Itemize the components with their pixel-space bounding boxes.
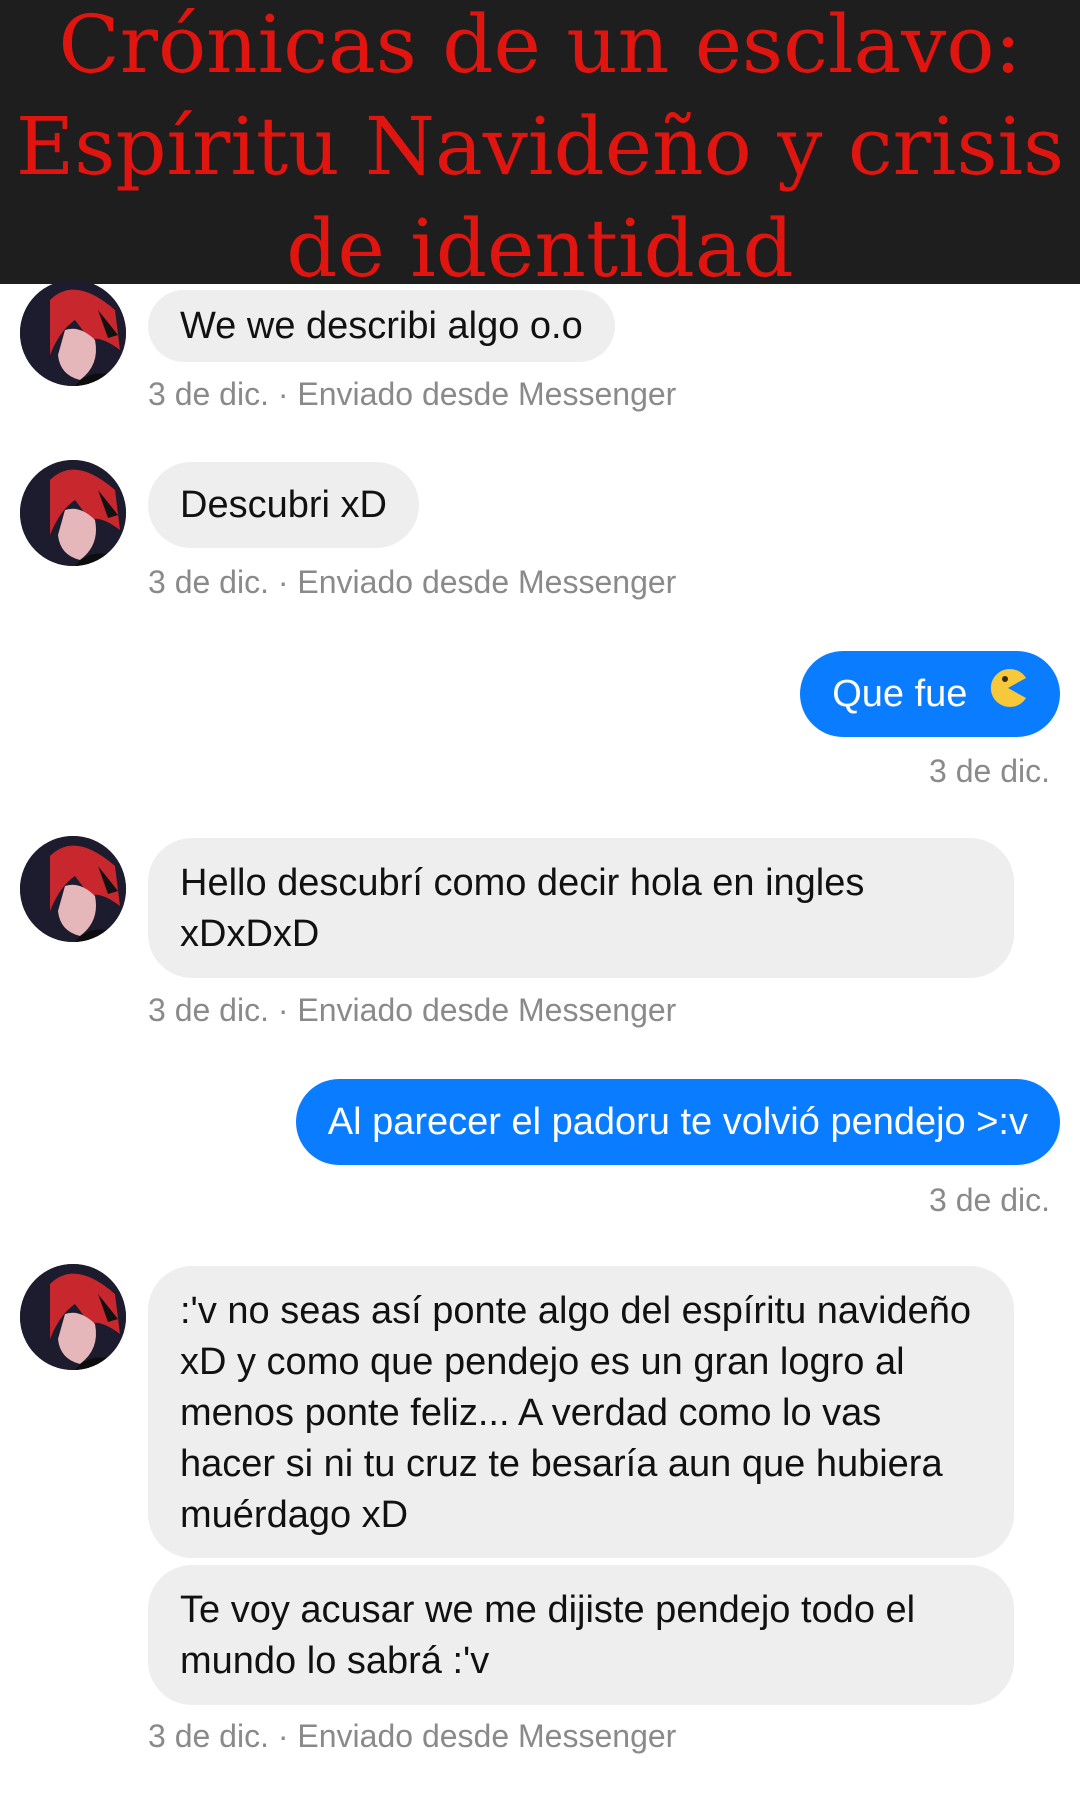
contact-avatar[interactable] [20, 460, 126, 566]
incoming-message-bubble[interactable]: :'v no seas así ponte algo del espíritu … [148, 1266, 1014, 1558]
message-meta: 3 de dic. · Enviado desde Messenger [148, 376, 677, 412]
message-meta: 3 de dic. · Enviado desde Messenger [148, 564, 677, 600]
title-banner: Crónicas de un esclavo: Espíritu Navideñ… [0, 0, 1080, 284]
message-meta: 3 de dic. · Enviado desde Messenger [148, 1718, 677, 1754]
incoming-message-bubble[interactable]: Hello descubrí como decir hola en ingles… [148, 838, 1014, 978]
banner-title-line-1: Crónicas de un esclavo: [58, 0, 1022, 91]
incoming-message-bubble[interactable]: We we describi algo o.o [148, 290, 615, 362]
contact-avatar[interactable] [20, 836, 126, 942]
message-meta: 3 de dic. · Enviado desde Messenger [148, 992, 677, 1028]
incoming-message-bubble[interactable]: Te voy acusar we me dijiste pendejo todo… [148, 1565, 1014, 1705]
pacman-face-emoji-icon [988, 653, 1028, 739]
outgoing-message-bubble[interactable]: Que fue [800, 651, 1060, 737]
message-meta: 3 de dic. [929, 1182, 1050, 1218]
contact-avatar[interactable] [20, 1264, 126, 1370]
banner-title-line-3: de identidad [286, 202, 794, 284]
outgoing-message-bubble[interactable]: Al parecer el padoru te volvió pendejo >… [295, 1079, 1060, 1165]
message-meta: 3 de dic. [929, 753, 1050, 789]
outgoing-message-text: Que fue [832, 673, 968, 715]
contact-avatar[interactable] [20, 280, 126, 386]
banner-title-line-2: Espíritu Navideño y crisis [15, 100, 1065, 193]
incoming-message-bubble[interactable]: Descubri xD [148, 462, 419, 548]
banner-title: Crónicas de un esclavo: Espíritu Navideñ… [0, 0, 1080, 284]
